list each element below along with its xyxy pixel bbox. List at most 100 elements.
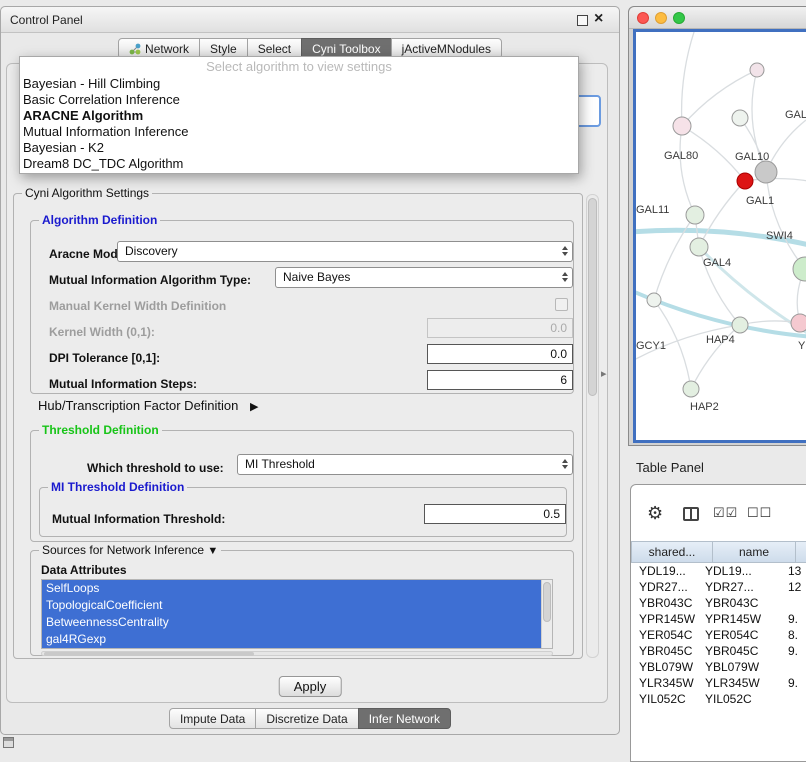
chevron-down-icon[interactable]: ▼	[207, 545, 218, 557]
cell-shared[interactable]: YPR145W	[631, 611, 705, 627]
dpi-tolerance-field[interactable]: 0.0	[427, 344, 573, 364]
network-node[interactable]	[686, 206, 704, 224]
list-item[interactable]: SelfLoops	[42, 580, 552, 597]
network-node[interactable]	[793, 257, 806, 281]
close-button[interactable]	[637, 12, 649, 24]
table-row[interactable]: YDR27...YDR27...12	[631, 579, 806, 595]
mi-algorithm-type-combobox[interactable]: Naive Bayes	[275, 267, 573, 288]
dropdown-item[interactable]: Bayesian - Hill Climbing	[20, 76, 578, 92]
cell-shared[interactable]: YDR27...	[631, 579, 705, 595]
network-edge[interactable]	[699, 181, 745, 247]
tab-impute-data[interactable]: Impute Data	[169, 708, 256, 729]
cell-extra[interactable]	[788, 691, 806, 707]
scrollbar-thumb[interactable]	[44, 652, 254, 656]
dropdown-item[interactable]: Basic Correlation Inference	[20, 92, 578, 108]
select-all-checkboxes-icon[interactable]: ☑☑	[713, 505, 738, 521]
dropdown-item-selected[interactable]: ARACNE Algorithm	[20, 108, 578, 124]
tab-infer-network[interactable]: Infer Network	[358, 708, 451, 729]
table-row[interactable]: YDL19...YDL19...13	[631, 563, 806, 579]
mi-steps-field[interactable]: 6	[427, 370, 573, 390]
control-panel-titlebar[interactable]: Control Panel ×	[1, 7, 619, 33]
cell-shared[interactable]: YBR045C	[631, 643, 705, 659]
cell-extra[interactable]: 9.	[788, 611, 806, 627]
network-window-titlebar[interactable]	[629, 7, 806, 29]
dropdown-item[interactable]: Dream8 DC_TDC Algorithm	[20, 156, 578, 172]
kernel-width-field[interactable]: 0.0	[427, 318, 573, 338]
deselect-all-checkboxes-icon[interactable]: ☐☐	[747, 505, 772, 521]
column-header-shared[interactable]: shared...	[631, 541, 713, 563]
cell-name[interactable]: YBL079W	[705, 659, 788, 675]
network-node[interactable]	[647, 293, 661, 307]
cell-shared[interactable]: YDL19...	[631, 563, 705, 579]
hub-tf-definition-section[interactable]: Hub/Transcription Factor Definition ▶	[38, 398, 258, 413]
cell-extra[interactable]: 9.	[788, 675, 806, 691]
cell-extra[interactable]: 13	[788, 563, 806, 579]
columns-icon[interactable]	[683, 507, 699, 521]
cell-shared[interactable]: YBL079W	[631, 659, 705, 675]
network-node[interactable]	[732, 317, 748, 333]
tab-discretize-data[interactable]: Discretize Data	[255, 708, 358, 729]
cell-extra[interactable]: 8.	[788, 627, 806, 643]
network-edge[interactable]	[636, 290, 806, 337]
which-threshold-combobox[interactable]: MI Threshold	[237, 454, 573, 475]
cell-extra[interactable]	[788, 659, 806, 675]
network-node[interactable]	[737, 173, 753, 189]
table-row[interactable]: YLR345WYLR345W9.	[631, 675, 806, 691]
list-item[interactable]: TopologicalCoefficient	[42, 597, 552, 614]
network-edge[interactable]	[766, 172, 805, 269]
network-canvas[interactable]: GALGAL80GAL10GAL1GAL11SWI4GAL4GCY1HAP4HA…	[636, 32, 806, 440]
data-attributes-list[interactable]: SelfLoops TopologicalCoefficient Between…	[41, 579, 553, 649]
table-row[interactable]: YBR043CYBR043C	[631, 595, 806, 611]
table-panel-titlebar[interactable]: Table Panel	[622, 452, 806, 480]
network-edge[interactable]	[654, 215, 695, 300]
settings-vertical-scrollbar[interactable]	[586, 194, 599, 658]
cell-name[interactable]: YBR045C	[705, 643, 788, 659]
list-item[interactable]: BetweennessCentrality	[42, 614, 552, 631]
list-horizontal-scrollbar[interactable]	[41, 651, 553, 656]
manual-kernel-width-checkbox[interactable]	[555, 298, 568, 311]
network-node[interactable]	[683, 381, 699, 397]
cell-name[interactable]: YDL19...	[705, 563, 788, 579]
minimize-button[interactable]	[655, 12, 667, 24]
table-row[interactable]: YBL079WYBL079W	[631, 659, 806, 675]
scrollbar-thumb[interactable]	[588, 198, 597, 396]
collapsed-panel-icon[interactable]	[3, 737, 14, 748]
table-row[interactable]: YER054CYER054C8.	[631, 627, 806, 643]
list-vertical-scrollbar[interactable]	[541, 580, 552, 649]
network-node[interactable]	[750, 63, 764, 77]
float-window-icon[interactable]	[577, 15, 588, 26]
dropdown-item[interactable]: Bayesian - K2	[20, 140, 578, 156]
close-icon[interactable]: ×	[594, 10, 603, 28]
network-edge[interactable]	[680, 126, 695, 215]
network-node[interactable]	[690, 238, 708, 256]
chevron-right-icon[interactable]: ▶	[250, 401, 258, 413]
sources-title[interactable]: Sources for Network Inference ▼	[39, 543, 221, 557]
cell-name[interactable]: YER054C	[705, 627, 788, 643]
cell-extra[interactable]	[788, 595, 806, 611]
aracne-mode-combobox[interactable]: Discovery	[117, 241, 573, 262]
network-node[interactable]	[791, 314, 806, 332]
cell-name[interactable]: YPR145W	[705, 611, 788, 627]
cell-shared[interactable]: YBR043C	[631, 595, 705, 611]
table-row[interactable]: YBR045CYBR045C9.	[631, 643, 806, 659]
cell-shared[interactable]: YIL052C	[631, 691, 705, 707]
gear-icon[interactable]: ⚙	[647, 503, 663, 524]
scrollbar-thumb[interactable]	[543, 582, 551, 622]
table-row[interactable]: YPR145WYPR145W9.	[631, 611, 806, 627]
column-header-name[interactable]: name	[713, 541, 796, 563]
network-node[interactable]	[755, 161, 777, 183]
network-node[interactable]	[673, 117, 691, 135]
cell-shared[interactable]: YER054C	[631, 627, 705, 643]
apply-button[interactable]: Apply	[279, 676, 342, 697]
cell-extra[interactable]: 12	[788, 579, 806, 595]
cell-name[interactable]: YDR27...	[705, 579, 788, 595]
cell-name[interactable]: YIL052C	[705, 691, 788, 707]
column-header-extra[interactable]	[796, 541, 806, 563]
cell-shared[interactable]: YLR345W	[631, 675, 705, 691]
network-node[interactable]	[732, 110, 748, 126]
network-edge[interactable]	[682, 32, 696, 126]
cell-name[interactable]: YLR345W	[705, 675, 788, 691]
zoom-button[interactable]	[673, 12, 685, 24]
list-item[interactable]: gal4RGexp	[42, 631, 552, 648]
table-row[interactable]: YIL052CYIL052C	[631, 691, 806, 707]
